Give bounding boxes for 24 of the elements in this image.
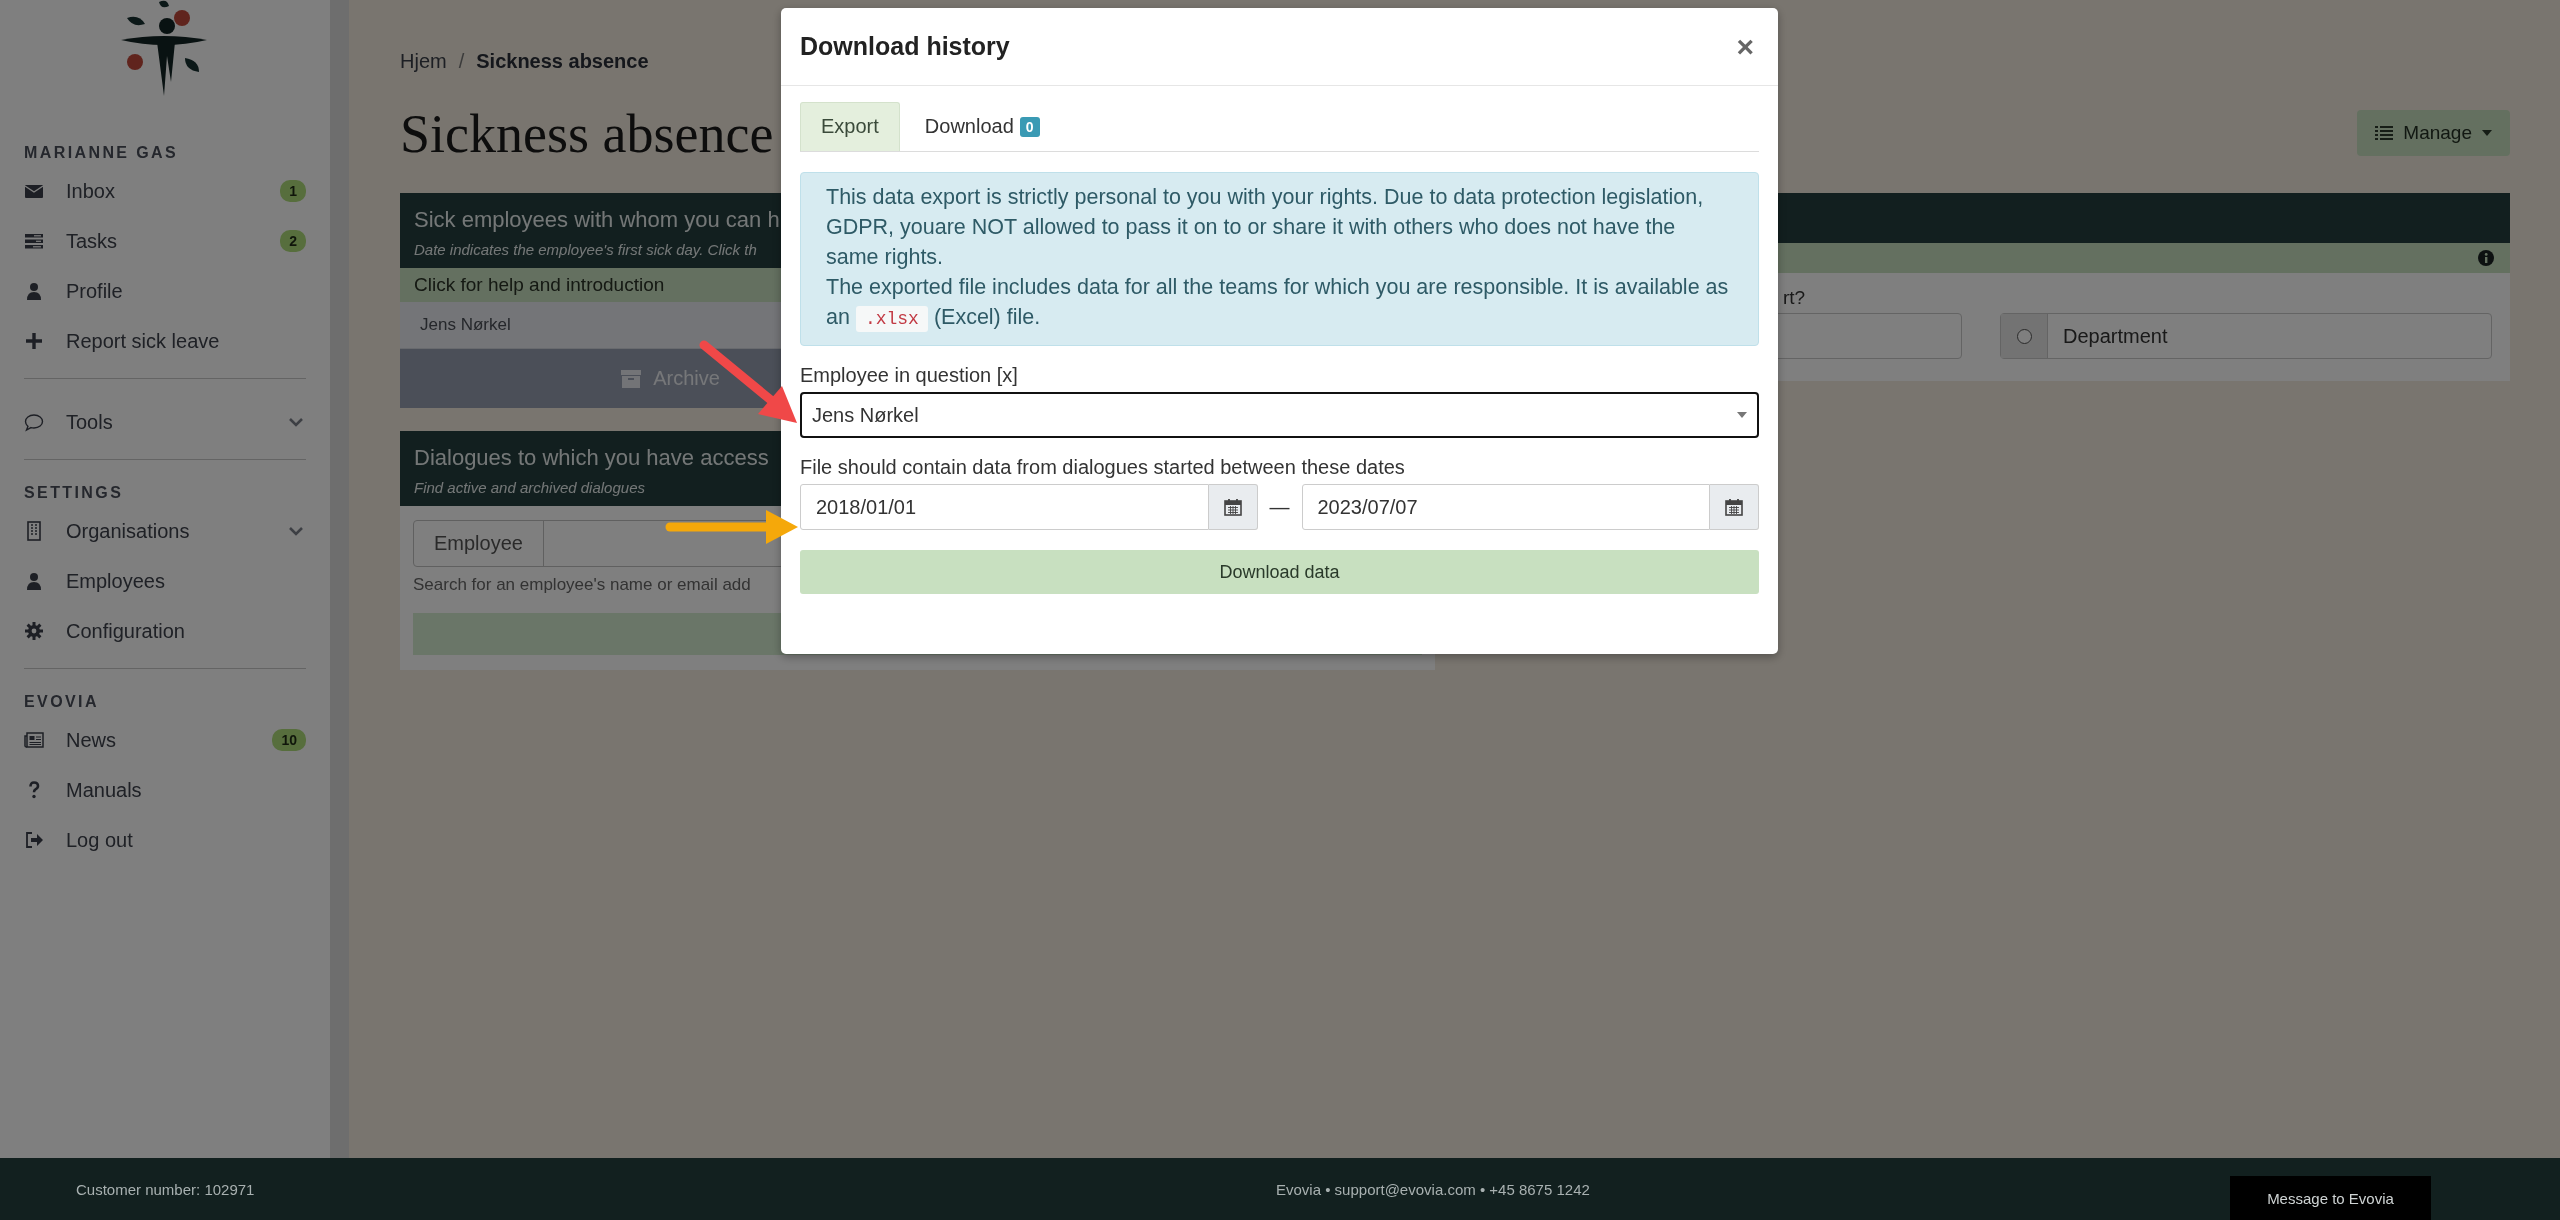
- count-badge: 1: [280, 180, 306, 202]
- card-subtitle: Date indicates the employee's first sick day. Click th: [414, 241, 757, 258]
- field-label: Employee in question [x]: [800, 364, 1019, 387]
- modal-title: Download history: [800, 32, 1010, 61]
- page-title: Sickness absence: [400, 103, 774, 165]
- card-title: Sick employees with whom you can h: [414, 207, 780, 233]
- customer-number: Customer number: 102971: [76, 1180, 256, 1198]
- notice-text: This data export is strictly personal to you with your rights. Due to data protection legislation, GDPR, youare NOT allowed to pass it on to or share it with others who does not have the same rights.: [826, 184, 1705, 271]
- section-heading: EVOVIA: [24, 693, 100, 711]
- count-badge: 2: [280, 230, 306, 252]
- notice-text: The exported file includes data for all the teams for which you are responsible. It is available as an .xlsx (Excel) file.: [826, 272, 1733, 334]
- question-text: rt?: [1783, 287, 1807, 309]
- count-badge: 10: [272, 729, 306, 751]
- breadcrumb-current: Sickness absence: [476, 50, 649, 73]
- help-text: Search for an employee's name or email add: [413, 575, 752, 595]
- field-label: File should contain data from dialogues started between these dates: [800, 456, 1406, 479]
- card-title: Dialogues to which you have access: [414, 445, 769, 471]
- contact-info: Evovia • support@evovia.com • +45 8675 1242: [1276, 1180, 1591, 1198]
- breadcrumb-separator: /: [458, 50, 465, 73]
- field-label: Employee: [414, 521, 544, 566]
- section-heading: MARIANNE GAS: [24, 144, 180, 162]
- section-heading: SETTINGS: [24, 484, 125, 502]
- card-subtitle: Find active and archived dialogues: [414, 479, 645, 496]
- date-separator: —: [1269, 495, 1290, 519]
